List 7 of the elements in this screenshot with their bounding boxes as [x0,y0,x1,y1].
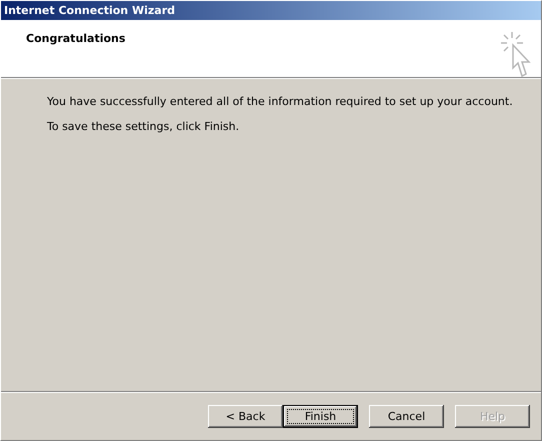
body-text: You have successfully entered all of the information required to set up your account. [47,95,514,108]
wizard-button[interactable]: < Back [208,404,283,428]
header-title: Congratulations [26,32,126,47]
body-text: To save these settings, click Finish. [47,120,240,133]
window-title: Internet Connection Wizard [1,1,541,20]
wizard-button[interactable]: Finish [283,404,358,428]
wizard-button[interactable]: Cancel [369,404,444,428]
